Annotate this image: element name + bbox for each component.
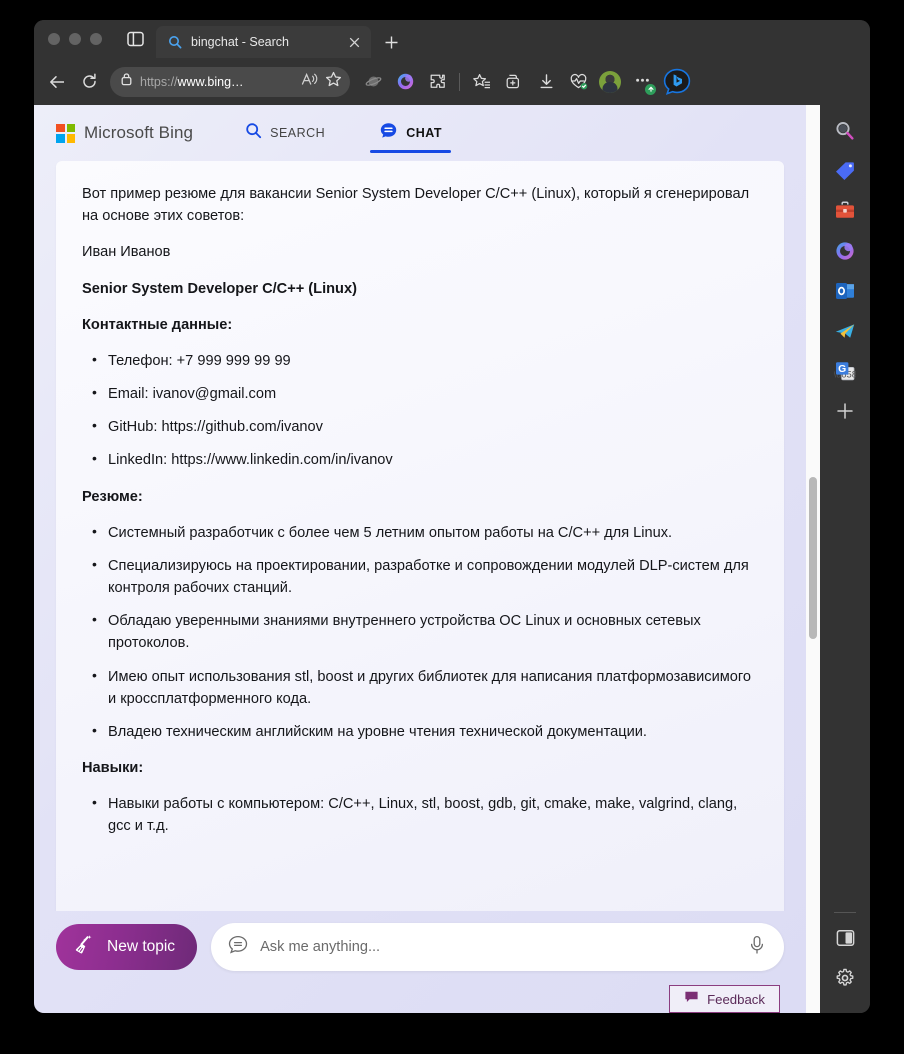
url-text: https://www.bing… xyxy=(140,75,294,89)
feedback-label: Feedback xyxy=(707,991,765,1007)
job-title: Senior System Developer C/C++ (Linux) xyxy=(82,280,357,297)
planet-icon[interactable] xyxy=(358,67,388,97)
sidebar-item-outlook[interactable] xyxy=(828,274,862,308)
heartbeat-icon[interactable] xyxy=(563,67,593,97)
svg-text:G: G xyxy=(838,364,846,375)
browser-toolbar: https://www.bing… xyxy=(34,58,870,105)
reload-icon[interactable] xyxy=(74,67,104,97)
sidebar-item-tools[interactable] xyxy=(828,194,862,228)
list-item: Обладаю уверенными знаниями внутреннего … xyxy=(82,609,758,654)
copilot-icon[interactable] xyxy=(390,67,420,97)
candidate-name: Иван Иванов xyxy=(82,244,171,261)
skills-heading: Навыки: xyxy=(82,760,144,777)
browser-tab[interactable]: bingchat - Search xyxy=(156,26,371,58)
summary-list: Системный разработчик с более чем 5 летн… xyxy=(82,521,758,743)
page-scrollbar-thumb[interactable] xyxy=(809,477,817,639)
sidebar-item-split-screen[interactable] xyxy=(828,921,862,955)
contacts-heading: Контактные данные: xyxy=(82,316,233,333)
feedback-button[interactable]: Feedback xyxy=(669,985,780,1013)
download-icon[interactable] xyxy=(531,67,561,97)
list-item: LinkedIn: https://www.linkedin.com/in/iv… xyxy=(82,448,758,471)
page-viewport: Microsoft Bing SEARCH CHAT Вот пример ре… xyxy=(34,105,806,1013)
chat-bubble-icon xyxy=(379,121,398,145)
minimize-window-button[interactable] xyxy=(69,33,81,45)
tab-strip: bingchat - Search xyxy=(34,20,870,58)
skills-list: Навыки работы с компьютером: C/C++, Linu… xyxy=(82,792,758,837)
lock-icon xyxy=(120,72,133,91)
maximize-window-button[interactable] xyxy=(90,33,102,45)
close-window-button[interactable] xyxy=(48,33,60,45)
star-icon[interactable] xyxy=(325,71,342,92)
list-item: Системный разработчик с более чем 5 летн… xyxy=(82,521,758,544)
read-aloud-icon[interactable] xyxy=(301,72,318,91)
bing-tab-search-label: SEARCH xyxy=(270,126,326,140)
list-item: Имею опыт использования stl, boost и дру… xyxy=(82,665,758,710)
list-item: GitHub: https://github.com/ivanov xyxy=(82,415,758,438)
microsoft-squares-icon xyxy=(56,123,75,143)
search-icon xyxy=(168,35,182,49)
feedback-row: Feedback xyxy=(34,971,806,1013)
profile-button[interactable] xyxy=(595,67,625,97)
list-item: Специализируюсь на проектировании, разра… xyxy=(82,554,758,599)
new-topic-button[interactable]: New topic xyxy=(56,924,198,970)
close-icon[interactable] xyxy=(346,34,363,51)
chat-composer: New topic xyxy=(34,911,806,971)
broom-icon xyxy=(72,933,96,962)
favorites-list-icon[interactable] xyxy=(467,67,497,97)
sidebar-item-translate[interactable]: \u6587G xyxy=(828,354,862,388)
bing-logo-text: Microsoft Bing xyxy=(84,123,194,142)
chat-response-card: Вот пример резюме для вакансии Senior Sy… xyxy=(56,161,784,911)
window-traffic-lights xyxy=(48,20,102,58)
panel-toggle-icon[interactable] xyxy=(120,20,150,58)
plus-icon[interactable] xyxy=(377,26,405,58)
list-item: Владею техническим английским на уровне … xyxy=(82,720,758,743)
bing-chat-icon[interactable] xyxy=(661,66,693,98)
sidebar-item-search[interactable] xyxy=(828,114,862,148)
ellipsis-icon[interactable] xyxy=(627,67,657,97)
bing-tab-chat[interactable]: CHAT xyxy=(370,105,451,161)
bing-logo[interactable]: Microsoft Bing xyxy=(56,123,193,143)
feedback-flag-icon xyxy=(684,990,699,1009)
update-arrow-icon xyxy=(645,83,656,95)
page-scrollbar[interactable] xyxy=(806,105,820,1013)
chat-scroll-area: Вот пример резюме для вакансии Senior Sy… xyxy=(34,161,806,911)
sidebar-item-telegram[interactable] xyxy=(828,314,862,348)
microphone-icon[interactable] xyxy=(748,935,766,960)
browser-window: bingchat - Search https://www.bing… Micr… xyxy=(34,20,870,1013)
sidebar-item-settings[interactable] xyxy=(828,961,862,995)
search-icon xyxy=(245,122,262,144)
list-item: Email: ivanov@gmail.com xyxy=(82,382,758,405)
sidebar-item-office[interactable] xyxy=(828,234,862,268)
puzzle-icon[interactable] xyxy=(422,67,452,97)
content-row: Microsoft Bing SEARCH CHAT Вот пример ре… xyxy=(34,105,870,1013)
list-item: Телефон: +7 999 999 99 99 xyxy=(82,349,758,372)
bing-header: Microsoft Bing SEARCH CHAT xyxy=(34,105,806,161)
address-bar[interactable]: https://www.bing… xyxy=(110,66,350,97)
contacts-list: Телефон: +7 999 999 99 99 Email: ivanov@… xyxy=(82,349,758,472)
chat-input[interactable] xyxy=(260,939,737,955)
avatar xyxy=(599,70,621,93)
sidebar-item-shopping[interactable] xyxy=(828,154,862,188)
sidebar-divider xyxy=(834,912,856,913)
url-scheme: https:// xyxy=(140,74,178,89)
chat-input-container[interactable] xyxy=(211,923,784,971)
toolbar-divider xyxy=(459,72,460,91)
chat-intro-paragraph: Вот пример резюме для вакансии Senior Sy… xyxy=(82,186,750,225)
back-arrow-icon[interactable] xyxy=(42,67,72,97)
chat-bubble-icon xyxy=(227,934,249,961)
sidebar-item-add[interactable] xyxy=(828,394,862,428)
new-topic-label: New topic xyxy=(107,938,176,955)
tab-title: bingchat - Search xyxy=(191,35,289,49)
summary-heading: Резюме: xyxy=(82,488,143,505)
bing-tab-search[interactable]: SEARCH xyxy=(241,105,329,161)
url-host: www.bing… xyxy=(177,74,244,89)
edge-sidebar: \u6587G xyxy=(820,105,870,1013)
tab-group-icon[interactable] xyxy=(499,67,529,97)
bing-tab-chat-label: CHAT xyxy=(406,126,442,140)
list-item: Навыки работы с компьютером: C/C++, Linu… xyxy=(82,792,758,837)
